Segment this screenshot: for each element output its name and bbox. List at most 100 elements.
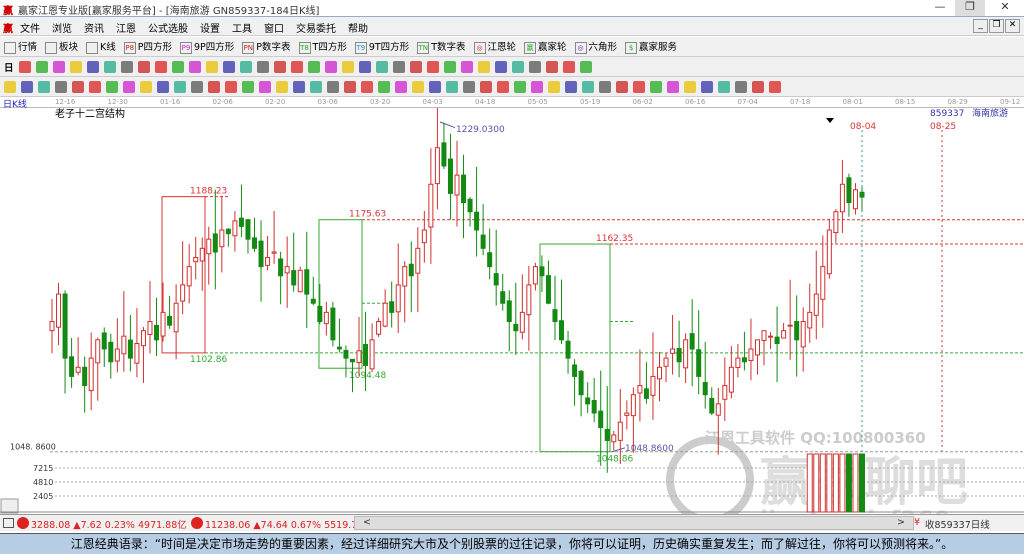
calculator-icon[interactable] [3,518,14,528]
toolbar-button-3[interactable]: P8 P四方形 [123,39,172,54]
toolbar-button-1[interactable]: 板块 [45,39,78,54]
tool-icon-10[interactable] [174,80,186,93]
menu-item-3[interactable]: 江恩 [116,24,136,35]
menu-item-4[interactable]: 公式选股 [148,24,188,35]
minimize-button[interactable]: — [925,0,955,16]
toolbar-button-5[interactable]: PN P数字表 [242,39,291,54]
scroll-left-button[interactable]: < [363,517,371,528]
tool-icon-2[interactable] [38,80,50,93]
toolbar-button-2[interactable]: K线 [86,39,116,54]
tool-icon-11[interactable] [205,60,218,73]
period-select[interactable]: 日 [4,60,14,74]
tool-icon-5[interactable] [103,60,116,73]
tool-icon-42[interactable] [718,80,730,93]
tool-icon-43[interactable] [735,80,747,93]
tool-icon-15[interactable] [273,60,286,73]
toolbar-button-4[interactable]: P9 9P四方形 [180,39,234,54]
tool-icon-38[interactable] [650,80,662,93]
tool-icon-29[interactable] [511,60,524,73]
mdi-close-button[interactable]: ✕ [1005,19,1020,33]
toolbar-button-0[interactable]: 行情 [4,39,37,54]
tool-icon-13[interactable] [225,80,237,93]
tool-icon-3[interactable] [55,80,67,93]
tool-icon-22[interactable] [378,80,390,93]
menu-item-1[interactable]: 浏览 [52,24,72,35]
mdi-restore-button[interactable]: ❐ [989,19,1004,33]
tool-icon-39[interactable] [667,80,679,93]
close-button[interactable]: ✕ [990,0,1020,16]
toolbar-button-12[interactable]: $ 赢家服务 [625,39,677,54]
tool-icon-11[interactable] [191,80,203,93]
tool-icon-33[interactable] [565,80,577,93]
tool-icon-4[interactable] [86,60,99,73]
menu-item-8[interactable]: 交易委托 [296,24,336,35]
tool-icon-12[interactable] [222,60,235,73]
tool-icon-14[interactable] [242,80,254,93]
tool-icon-24[interactable] [412,80,424,93]
tool-icon-6[interactable] [106,80,118,93]
tool-icon-4[interactable] [72,80,84,93]
tool-icon-17[interactable] [293,80,305,93]
tool-icon-44[interactable] [752,80,764,93]
tool-icon-15[interactable] [259,80,271,93]
menu-item-7[interactable]: 窗口 [264,24,284,35]
tool-icon-28[interactable] [494,60,507,73]
tool-icon-14[interactable] [256,60,269,73]
scroll-right-button[interactable]: > [897,517,905,528]
tool-icon-31[interactable] [545,60,558,73]
toolbar-button-10[interactable]: 赢赢家轮 [524,39,567,54]
tool-icon-21[interactable] [361,80,373,93]
tool-icon-24[interactable] [426,60,439,73]
tool-icon-1[interactable] [21,80,33,93]
tool-icon-45[interactable] [769,80,781,93]
tool-icon-30[interactable] [514,80,526,93]
menu-item-2[interactable]: 资讯 [84,24,104,35]
tool-icon-9[interactable] [157,80,169,93]
tool-icon-31[interactable] [531,80,543,93]
tool-icon-35[interactable] [599,80,611,93]
toolbar-button-7[interactable]: T9 9T四方形 [354,39,409,54]
tool-icon-0[interactable] [4,80,16,93]
tool-icon-21[interactable] [375,60,388,73]
tool-icon-3[interactable] [69,60,82,73]
tool-icon-1[interactable] [35,60,48,73]
tool-icon-36[interactable] [616,80,628,93]
tool-icon-16[interactable] [276,80,288,93]
tool-icon-26[interactable] [446,80,458,93]
kline-chart[interactable]: 江恩工具软件 QQ:100800360赢家聊吧jiaoba.yicf360.co… [0,108,1024,514]
tool-icon-37[interactable] [633,80,645,93]
tool-icon-30[interactable] [528,60,541,73]
tool-icon-17[interactable] [307,60,320,73]
tool-icon-6[interactable] [120,60,133,73]
tool-icon-18[interactable] [310,80,322,93]
menu-item-0[interactable]: 文件 [20,24,40,35]
tool-icon-25[interactable] [443,60,456,73]
toolbar-button-8[interactable]: TN T数字表 [417,39,466,54]
tool-icon-33[interactable] [579,60,592,73]
tool-icon-27[interactable] [477,60,490,73]
toolbar-button-9[interactable]: ◎ 江恩轮 [473,39,516,54]
tool-icon-7[interactable] [123,80,135,93]
tool-icon-16[interactable] [290,60,303,73]
tool-icon-12[interactable] [208,80,220,93]
tool-icon-34[interactable] [582,80,594,93]
tool-icon-20[interactable] [344,80,356,93]
tool-icon-32[interactable] [548,80,560,93]
tool-icon-41[interactable] [701,80,713,93]
menu-item-6[interactable]: 工具 [232,24,252,35]
tool-icon-8[interactable] [154,60,167,73]
collapse-button[interactable] [0,498,19,514]
menu-item-5[interactable]: 设置 [200,24,220,35]
tool-icon-20[interactable] [358,60,371,73]
toolbar-button-11[interactable]: ◎ 六角形 [574,39,617,54]
tool-icon-7[interactable] [137,60,150,73]
tool-icon-23[interactable] [409,60,422,73]
maximize-button[interactable]: ❐ [955,0,985,16]
tool-icon-40[interactable] [684,80,696,93]
menu-item-9[interactable]: 帮助 [348,24,368,35]
tool-icon-22[interactable] [392,60,405,73]
tool-icon-5[interactable] [89,80,101,93]
tool-icon-10[interactable] [188,60,201,73]
tool-icon-13[interactable] [239,60,252,73]
tool-icon-0[interactable] [18,60,31,73]
